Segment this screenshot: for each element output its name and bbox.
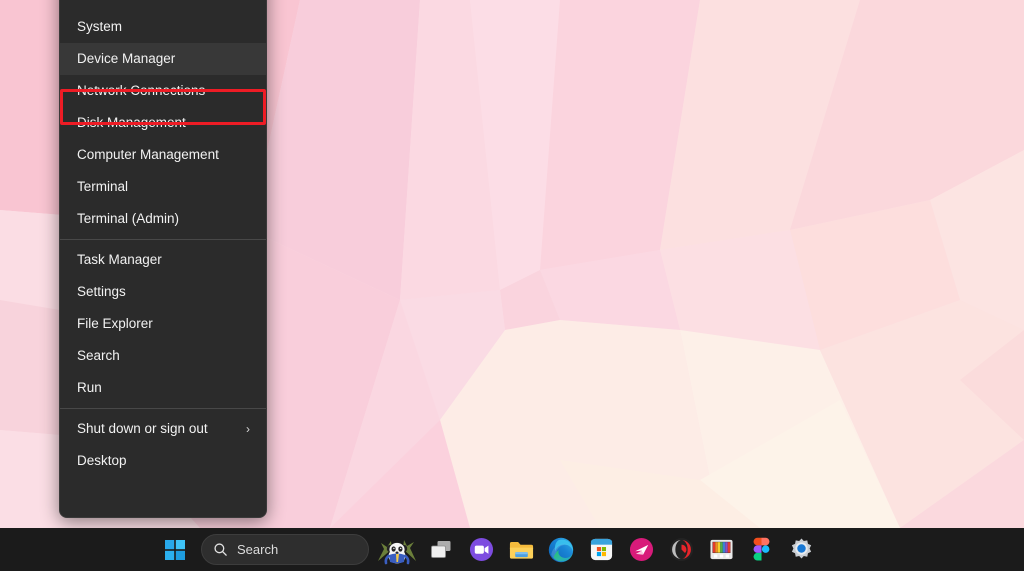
menu-item-system[interactable]: System [60,11,266,43]
opera-gx-icon [669,537,693,562]
menu-item-label: Run [77,380,102,395]
gear-icon [791,538,811,559]
menu-item-terminal-admin[interactable]: Terminal (Admin) [60,203,266,235]
microsoft-store-icon [590,538,612,561]
screen: Power OptionsEvent ViewerSystemDevice Ma… [0,0,1024,571]
settings-button[interactable] [781,531,821,569]
menu-item-file-explorer[interactable]: File Explorer [60,308,266,340]
menu-item-search[interactable]: Search [60,340,266,372]
menu-item-label: Settings [77,284,126,299]
taskbar-items: Search [0,531,1024,569]
color-display-button[interactable] [701,531,741,569]
figma-button[interactable] [741,531,781,569]
search-input[interactable]: Search [201,534,369,565]
search-placeholder: Search [237,542,279,557]
task-view-button[interactable] [421,531,461,569]
menu-item-label: Task Manager [77,252,162,267]
menu-item-event-viewer[interactable]: Event Viewer [60,0,266,11]
menu-item-label: Search [77,348,120,363]
menu-item-task-manager[interactable]: Task Manager [60,244,266,276]
task-view-icon [431,540,451,558]
menu-item-label: Desktop [77,453,127,468]
menu-item-desktop[interactable]: Desktop [60,445,266,477]
menu-item-label: System [77,19,123,34]
widgets-button[interactable] [373,531,421,569]
chevron-right-icon: › [246,422,250,436]
menu-item-label: Shut down or sign out [77,421,208,436]
menu-item-network-connections[interactable]: Network Connections [60,75,266,107]
chat-video-icon [469,537,493,562]
store-button[interactable] [581,531,621,569]
menu-item-device-manager[interactable]: Device Manager [60,43,266,75]
menu-item-disk-management[interactable]: Disk Management [60,107,266,139]
menu-item-label: Computer Management [77,147,219,162]
panda-widget-icon [378,539,416,564]
menu-item-run[interactable]: Run [60,372,266,404]
edge-icon [548,537,574,562]
menu-item-label: Device Manager [77,51,176,66]
start-button[interactable] [155,531,195,569]
menu-item-label: Event Viewer [77,0,156,11]
taskbar[interactable]: Search [0,528,1024,571]
menu-item-terminal[interactable]: Terminal [60,171,266,203]
winx-context-menu[interactable]: Power OptionsEvent ViewerSystemDevice Ma… [59,0,267,518]
menu-item-label: Network Connections [77,83,206,98]
menu-separator [60,408,266,409]
menu-item-computer-management[interactable]: Computer Management [60,139,266,171]
file-explorer-button[interactable] [501,531,541,569]
menu-item-settings[interactable]: Settings [60,276,266,308]
folder-icon [509,541,533,559]
rainbow-display-icon [709,539,733,560]
chat-button[interactable] [461,531,501,569]
search-icon [214,543,227,556]
menu-item-label: File Explorer [77,316,153,331]
menu-item-label: Terminal [77,179,129,194]
pink-paper-plane-icon [629,537,653,562]
opera-gx-button[interactable] [661,531,701,569]
menu-item-shut-down-or-sign-out[interactable]: Shut down or sign out › [60,413,266,445]
figma-icon [753,537,769,561]
menu-separator [60,239,266,240]
pink-app-button[interactable] [621,531,661,569]
menu-item-label: Disk Management [77,115,186,130]
menu-item-label: Terminal (Admin) [77,211,180,226]
windows-logo-icon [165,539,185,560]
edge-button[interactable] [541,531,581,569]
